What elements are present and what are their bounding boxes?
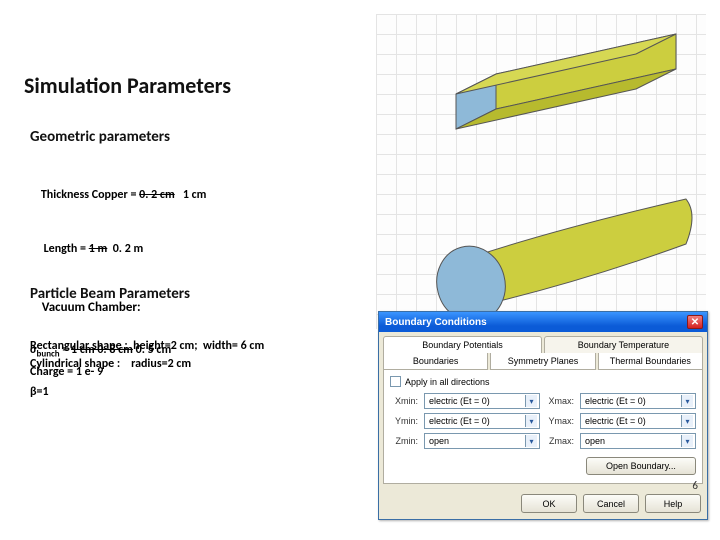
chevron-down-icon: ▾ (681, 435, 693, 447)
sigma-eq: = (60, 343, 71, 357)
zmax-select[interactable]: open▾ (580, 433, 696, 449)
ok-button[interactable]: OK (521, 494, 577, 513)
ymin-label: Ymin: (390, 416, 418, 426)
ymax-label: Ymax: (546, 416, 574, 426)
charge-line: Charge = 1 e- 9 (30, 362, 171, 382)
zmin-select[interactable]: open▾ (424, 433, 540, 449)
beam-heading: Particle Beam Parameters (30, 285, 190, 303)
thickness-old: 0. 2 cm (139, 188, 175, 202)
rect-waveguide-icon (456, 34, 676, 129)
xmin-label: Xmin: (390, 396, 418, 406)
dialog-titlebar[interactable]: Boundary Conditions ✕ (379, 312, 707, 332)
subtab-thermal[interactable]: Thermal Boundaries (598, 353, 703, 370)
apply-all-checkbox[interactable] (390, 376, 401, 387)
close-icon[interactable]: ✕ (687, 315, 703, 329)
cylinder-icon (428, 199, 692, 329)
apply-all-label: Apply in all directions (405, 377, 490, 387)
viewport-svg (376, 14, 706, 329)
boundary-dialog: Boundary Conditions ✕ Boundary Potential… (378, 311, 708, 520)
page-number: 6 (692, 479, 698, 492)
sigma-new: 0. 5 cm (133, 343, 171, 357)
ymin-select[interactable]: electric (Et = 0)▾ (424, 413, 540, 429)
beam-params: σbunch = 1 cm 0. 8 cm 0. 5 cm Charge = 1… (30, 340, 171, 402)
xmax-select[interactable]: electric (Et = 0)▾ (580, 393, 696, 409)
sigma-old: 1 cm 0. 8 cm (71, 343, 133, 357)
zmax-label: Zmax: (546, 436, 574, 446)
length-new: 0. 2 m (107, 242, 143, 256)
xmax-label: Xmax: (546, 396, 574, 406)
zmin-label: Zmin: (390, 436, 418, 446)
beta-line: β=1 (30, 382, 171, 402)
chevron-down-icon: ▾ (525, 435, 537, 447)
length-old: 1 m (89, 242, 108, 256)
subtab-boundaries[interactable]: Boundaries (383, 353, 488, 370)
dialog-body: Apply in all directions Xmin: electric (… (383, 370, 703, 484)
thickness-new: 1 cm (175, 188, 207, 202)
subtab-symmetry[interactable]: Symmetry Planes (490, 353, 595, 370)
geom-heading: Geometric parameters (30, 128, 170, 146)
tab-temperature[interactable]: Boundary Temperature (544, 336, 703, 353)
chevron-down-icon: ▾ (681, 415, 693, 427)
chevron-down-icon: ▾ (681, 395, 693, 407)
dialog-title: Boundary Conditions (385, 317, 487, 328)
chevron-down-icon: ▾ (525, 395, 537, 407)
xmin-select[interactable]: electric (Et = 0)▾ (424, 393, 540, 409)
tab-potentials[interactable]: Boundary Potentials (383, 336, 542, 353)
cancel-button[interactable]: Cancel (583, 494, 639, 513)
viewport-3d (376, 14, 706, 329)
open-boundary-button[interactable]: Open Boundary... (586, 457, 696, 475)
length-label: Length = (41, 242, 89, 256)
thickness-label: Thickness Copper = (41, 188, 139, 202)
chevron-down-icon: ▾ (525, 415, 537, 427)
sigma-sub: bunch (37, 348, 60, 359)
help-button[interactable]: Help (645, 494, 701, 513)
page-title: Simulation Parameters (24, 72, 231, 99)
ymax-select[interactable]: electric (Et = 0)▾ (580, 413, 696, 429)
